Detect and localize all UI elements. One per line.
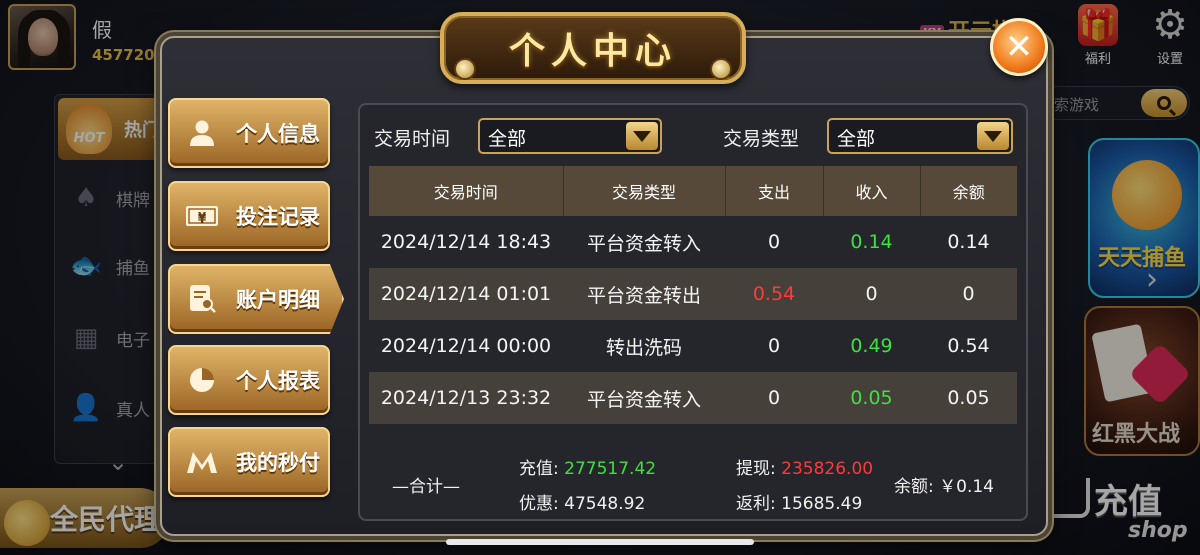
tab-personal-report[interactable]: 个人报表 bbox=[168, 345, 330, 415]
filter-type-label: 交易类型 bbox=[723, 128, 800, 150]
cell-type: 转出洗码 bbox=[563, 320, 725, 372]
cell-balance: 0.54 bbox=[920, 320, 1017, 372]
summary-withdraw-label: 提现: bbox=[736, 459, 776, 479]
cell-out: 0 bbox=[725, 372, 823, 424]
summary-withdraw: 提现: 235826.00 bbox=[736, 454, 873, 479]
dropdown-arrow-icon[interactable] bbox=[977, 122, 1009, 150]
column-header: 交易类型 bbox=[563, 166, 726, 216]
summary-recharge-label: 充值: bbox=[519, 459, 559, 479]
tab-account-details[interactable]: 账户明细 bbox=[168, 264, 344, 334]
summary-rebate: 返利: 15685.49 bbox=[736, 489, 862, 514]
table-row: 2024/12/14 00:00 转出洗码 0 0.49 0.54 bbox=[369, 320, 1017, 372]
modal-title: 个人中心 bbox=[508, 31, 677, 72]
cell-type: 平台资金转出 bbox=[563, 268, 725, 320]
bolt-decoration bbox=[710, 58, 732, 80]
summary-discount: 优惠: 47548.92 bbox=[519, 489, 645, 514]
table-header-row: 交易时间 交易类型 支出 收入 余额 bbox=[369, 166, 1017, 216]
cell-time: 2024/12/14 18:43 bbox=[369, 216, 563, 268]
table-row: 2024/12/14 18:43 平台资金转入 0 0.14 0.14 bbox=[369, 216, 1017, 268]
tab-personal-info[interactable]: 个人信息 bbox=[168, 98, 330, 168]
filter-time-value: 全部 bbox=[488, 128, 527, 150]
summary-balance: 余额: ￥0.14 bbox=[894, 472, 994, 497]
filter-type-select[interactable]: 全部 bbox=[827, 118, 1013, 154]
cell-in: 0.49 bbox=[823, 320, 920, 372]
summary-balance-label: 余额: bbox=[894, 477, 934, 497]
column-header: 余额 bbox=[920, 166, 1017, 216]
pie-chart-icon bbox=[184, 362, 220, 398]
table-row: 2024/12/13 23:32 平台资金转入 0 0.05 0.05 bbox=[369, 372, 1017, 424]
cell-type: 平台资金转入 bbox=[563, 216, 725, 268]
summary-recharge: 充值: 277517.42 bbox=[519, 454, 656, 479]
tab-label: 个人信息 bbox=[236, 122, 320, 146]
filter-time-label: 交易时间 bbox=[374, 128, 451, 150]
tab-label: 账户明细 bbox=[236, 288, 320, 312]
cell-balance: 0 bbox=[920, 268, 1017, 320]
summary-discount-label: 优惠: bbox=[519, 494, 559, 514]
modal-title-plate: 个人中心 bbox=[440, 12, 746, 84]
cell-in: 0 bbox=[823, 268, 920, 320]
tab-bet-records[interactable]: ¥ 投注记录 bbox=[168, 181, 330, 251]
summary-rebate-label: 返利: bbox=[736, 494, 776, 514]
cell-out: 0 bbox=[725, 216, 823, 268]
summary-discount-value: 47548.92 bbox=[564, 494, 646, 514]
tab-label: 个人报表 bbox=[236, 369, 320, 393]
column-header: 支出 bbox=[725, 166, 824, 216]
person-icon bbox=[184, 115, 220, 151]
cell-in: 0.14 bbox=[823, 216, 920, 268]
table-row: 2024/12/14 01:01 平台资金转出 0.54 0 0 bbox=[369, 268, 1017, 320]
svg-text:¥: ¥ bbox=[198, 210, 207, 224]
cell-out: 0 bbox=[725, 320, 823, 372]
summary-balance-value: ￥0.14 bbox=[939, 477, 994, 497]
cell-time: 2024/12/13 23:32 bbox=[369, 372, 563, 424]
cell-in: 0.05 bbox=[823, 372, 920, 424]
tab-label: 我的秒付 bbox=[236, 451, 320, 475]
tab-label: 投注记录 bbox=[236, 205, 320, 229]
close-button[interactable]: ✕ bbox=[990, 18, 1048, 76]
cell-type: 平台资金转入 bbox=[563, 372, 725, 424]
money-icon: ¥ bbox=[184, 198, 220, 234]
dropdown-arrow-icon[interactable] bbox=[626, 122, 658, 150]
filter-time-select[interactable]: 全部 bbox=[478, 118, 662, 154]
summary-withdraw-value: 235826.00 bbox=[781, 459, 874, 479]
cell-time: 2024/12/14 00:00 bbox=[369, 320, 563, 372]
close-icon: ✕ bbox=[1004, 27, 1034, 67]
cell-balance: 0.14 bbox=[920, 216, 1017, 268]
tab-my-instant-pay[interactable]: 我的秒付 bbox=[168, 427, 330, 497]
column-header: 交易时间 bbox=[369, 166, 564, 216]
summary-rebate-value: 15685.49 bbox=[781, 494, 863, 514]
summary-total-label: —合计— bbox=[392, 477, 460, 497]
cell-time: 2024/12/14 01:01 bbox=[369, 268, 563, 320]
bolt-decoration bbox=[454, 58, 476, 80]
home-indicator[interactable] bbox=[446, 539, 754, 545]
summary-recharge-value: 277517.42 bbox=[564, 459, 657, 479]
cell-balance: 0.05 bbox=[920, 372, 1017, 424]
transactions-table: 交易时间 交易类型 支出 收入 余额 2024/12/14 18:43 平台资金… bbox=[369, 166, 1017, 424]
document-search-icon bbox=[184, 281, 220, 317]
column-header: 收入 bbox=[823, 166, 921, 216]
m-logo-icon bbox=[184, 444, 220, 480]
cell-out: 0.54 bbox=[725, 268, 823, 320]
filter-type-value: 全部 bbox=[837, 128, 876, 150]
